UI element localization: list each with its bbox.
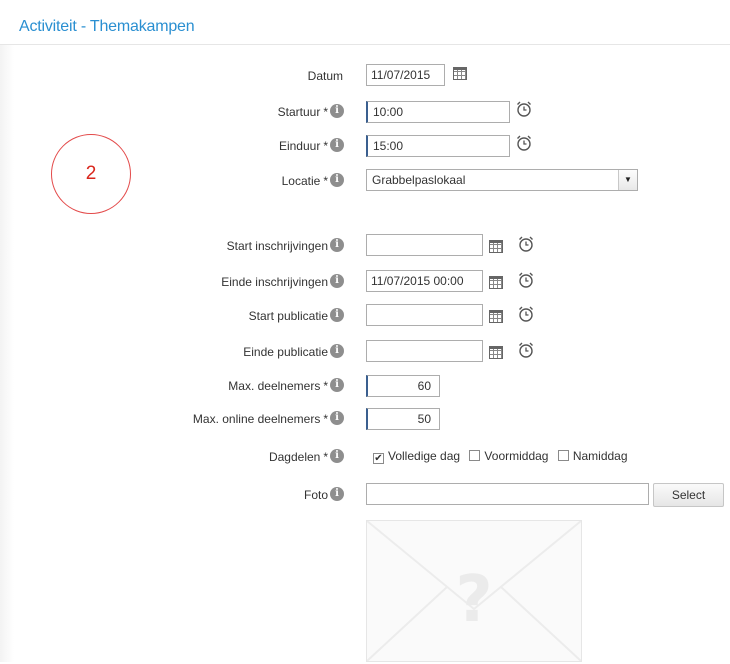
startuur-label: Startuur *: [277, 105, 328, 119]
dagdelen-options: ✔ Volledige dag Voormiddag Namiddag: [373, 449, 634, 464]
page-header: Activiteit - Themakampen: [0, 0, 730, 45]
einduur-input[interactable]: 15:00: [366, 135, 510, 157]
max-deelnemers-input[interactable]: 60: [366, 375, 440, 397]
info-icon[interactable]: i: [330, 411, 344, 425]
checkbox[interactable]: [557, 450, 569, 461]
info-icon[interactable]: i: [330, 344, 344, 358]
calendar-icon[interactable]: [489, 240, 503, 253]
einde-publicatie-label: Einde publicatie: [243, 345, 328, 359]
datum-label: Datum: [307, 69, 343, 83]
checkbox-checked[interactable]: ✔: [373, 453, 384, 464]
start-inschrijvingen-row: Start inschrijvingen i: [0, 234, 730, 260]
locatie-row: Locatie * i Grabbelpaslokaal ▼: [0, 169, 730, 195]
einde-publicatie-row: Einde publicatie i: [0, 340, 730, 366]
locatie-select-value: Grabbelpaslokaal: [372, 173, 466, 187]
start-inschrijvingen-label: Start inschrijvingen: [226, 239, 328, 253]
einduur-row: Einduur * i 15:00: [0, 134, 730, 160]
startuur-row: Startuur * i 10:00: [0, 100, 730, 126]
alarm-clock-icon[interactable]: [517, 341, 535, 359]
alarm-clock-icon[interactable]: [517, 235, 535, 253]
start-publicatie-row: Start publicatie i: [0, 304, 730, 330]
max-online-deelnemers-input[interactable]: 50: [366, 408, 440, 430]
foto-select-button[interactable]: Select: [653, 483, 724, 507]
start-inschrijvingen-input[interactable]: [366, 234, 483, 256]
info-icon[interactable]: i: [330, 487, 344, 501]
max-deelnemers-row: Max. deelnemers * i 60: [0, 374, 730, 400]
info-icon[interactable]: i: [330, 138, 344, 152]
calendar-icon[interactable]: [489, 310, 503, 323]
chevron-down-icon[interactable]: ▼: [618, 170, 637, 190]
foto-input[interactable]: [366, 483, 649, 505]
image-placeholder-icon: ?: [366, 520, 582, 662]
photo-preview: ?: [366, 520, 582, 662]
info-icon[interactable]: i: [330, 449, 344, 463]
alarm-clock-icon[interactable]: [517, 271, 535, 289]
einde-inschrijvingen-row: Einde inschrijvingen i 11/07/2015 00:00: [0, 270, 730, 296]
einde-inschrijvingen-input[interactable]: 11/07/2015 00:00: [366, 270, 483, 292]
max-deelnemers-label: Max. deelnemers *: [228, 379, 328, 393]
calendar-icon[interactable]: [489, 276, 503, 289]
alarm-clock-icon[interactable]: [515, 134, 533, 152]
info-icon[interactable]: i: [330, 104, 344, 118]
info-icon[interactable]: i: [330, 274, 344, 288]
start-publicatie-label: Start publicatie: [248, 309, 328, 323]
info-icon[interactable]: i: [330, 378, 344, 392]
dagdelen-option-volledige-dag[interactable]: ✔ Volledige dag: [373, 449, 460, 464]
einde-inschrijvingen-label: Einde inschrijvingen: [221, 275, 328, 289]
svg-text:?: ?: [455, 563, 492, 637]
max-online-deelnemers-row: Max. online deelnemers * i 50: [0, 407, 730, 433]
dagdelen-row: Dagdelen * i ✔ Volledige dag Voormiddag Na…: [0, 445, 730, 471]
foto-row: Foto i Select: [0, 483, 730, 509]
info-icon[interactable]: i: [330, 173, 344, 187]
locatie-select[interactable]: Grabbelpaslokaal ▼: [366, 169, 638, 191]
einduur-label: Einduur *: [278, 139, 328, 153]
calendar-icon[interactable]: [453, 67, 467, 80]
locatie-label: Locatie *: [281, 174, 328, 188]
info-icon[interactable]: i: [330, 308, 344, 322]
page-title: Activiteit - Themakampen: [19, 18, 195, 35]
dagdelen-option-voormiddag[interactable]: Voormiddag: [469, 449, 548, 463]
dagdelen-label: Dagdelen *: [268, 450, 328, 464]
dagdelen-option-namiddag[interactable]: Namiddag: [557, 449, 628, 463]
max-online-deelnemers-label: Max. online deelnemers *: [192, 412, 328, 426]
calendar-icon[interactable]: [489, 346, 503, 359]
checkbox[interactable]: [469, 450, 481, 461]
foto-label: Foto: [303, 488, 328, 502]
datum-input[interactable]: 11/07/2015: [366, 64, 445, 86]
einde-publicatie-input[interactable]: [366, 340, 483, 362]
startuur-input[interactable]: 10:00: [366, 101, 510, 123]
alarm-clock-icon[interactable]: [515, 100, 533, 118]
info-icon[interactable]: i: [330, 238, 344, 252]
datum-row: Datum 11/07/2015: [0, 64, 730, 90]
alarm-clock-icon[interactable]: [517, 305, 535, 323]
start-publicatie-input[interactable]: [366, 304, 483, 326]
